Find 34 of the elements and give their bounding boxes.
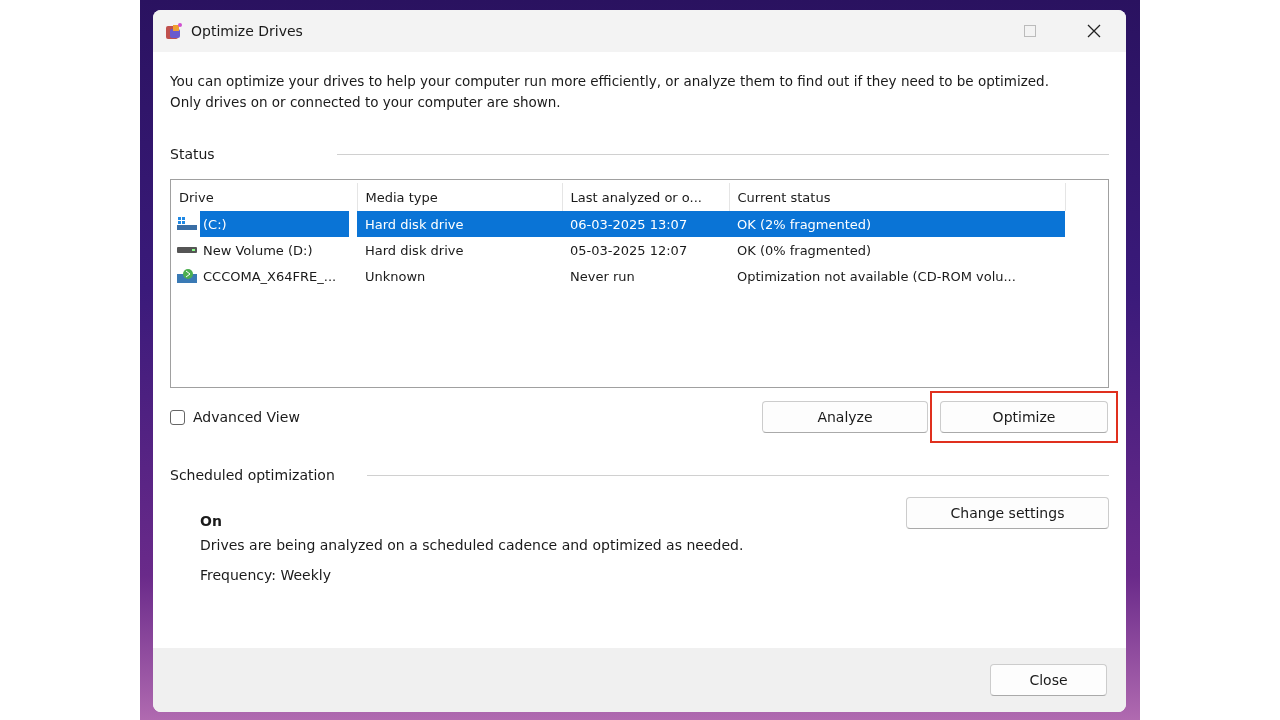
table-cell: 06-03-2025 13:07 bbox=[562, 211, 729, 237]
change-settings-button[interactable]: Change settings bbox=[906, 497, 1109, 529]
drive-row[interactable]: New Volume (D:) Hard disk drive 05-03-2025 12:07 OK (0% fragmented) bbox=[171, 237, 1065, 263]
checkbox-label: Advanced View bbox=[193, 409, 300, 425]
app-icon bbox=[165, 22, 183, 40]
table-cell-text: Never run bbox=[569, 267, 636, 286]
maximize-icon bbox=[1024, 25, 1036, 37]
close-dialog-button[interactable]: Close bbox=[990, 664, 1107, 696]
hard-drive-icon bbox=[177, 247, 197, 253]
table-cell: 05-03-2025 12:07 bbox=[562, 237, 729, 263]
window-title: Optimize Drives bbox=[191, 23, 303, 39]
table-cell: Hard disk drive bbox=[357, 211, 562, 237]
schedule-description: Drives are being analyzed on a scheduled cadence and optimized as needed. bbox=[200, 537, 745, 553]
section-label: Scheduled optimization bbox=[170, 467, 335, 483]
action-button[interactable]: Optimize bbox=[940, 401, 1108, 433]
section-label: Status bbox=[170, 146, 215, 162]
action-button[interactable]: Analyze bbox=[762, 401, 928, 433]
drive-row[interactable]: CCCOMA_X64FRE_... Unknown Never run Optimization not available (CD-ROM volu... bbox=[171, 263, 1065, 289]
close-icon bbox=[1087, 24, 1101, 38]
schedule-state: On bbox=[200, 513, 223, 529]
system-drive-icon bbox=[177, 217, 197, 231]
table-cell-text: Unknown bbox=[364, 267, 427, 286]
table-cell: Hard disk drive bbox=[357, 237, 562, 263]
table-cell-text: New Volume (D:) bbox=[202, 241, 314, 260]
disc-drive-icon bbox=[177, 268, 197, 284]
checkbox[interactable] bbox=[170, 409, 185, 425]
table-cell: OK (0% fragmented) bbox=[729, 237, 1065, 263]
table-cell: (C:) bbox=[200, 211, 349, 237]
frequency-text: Frequency: Weekly bbox=[200, 567, 332, 583]
table-cell-text: Optimization not available (CD-ROM volu... bbox=[736, 267, 1017, 286]
drive-row[interactable]: (C:) Hard disk drive 06-03-2025 13:07 OK (2% fragmented) bbox=[171, 211, 1065, 237]
description-text: You can optimize your drives to help your computer run more efficiently, or analyze them to find out if they need to be optimized. Only drives on or connected to your computer are shown. bbox=[170, 72, 1050, 112]
table-cell-text: CCCOMA_X64FRE_... bbox=[202, 267, 338, 286]
table-cell: OK (2% fragmented) bbox=[729, 211, 1065, 237]
